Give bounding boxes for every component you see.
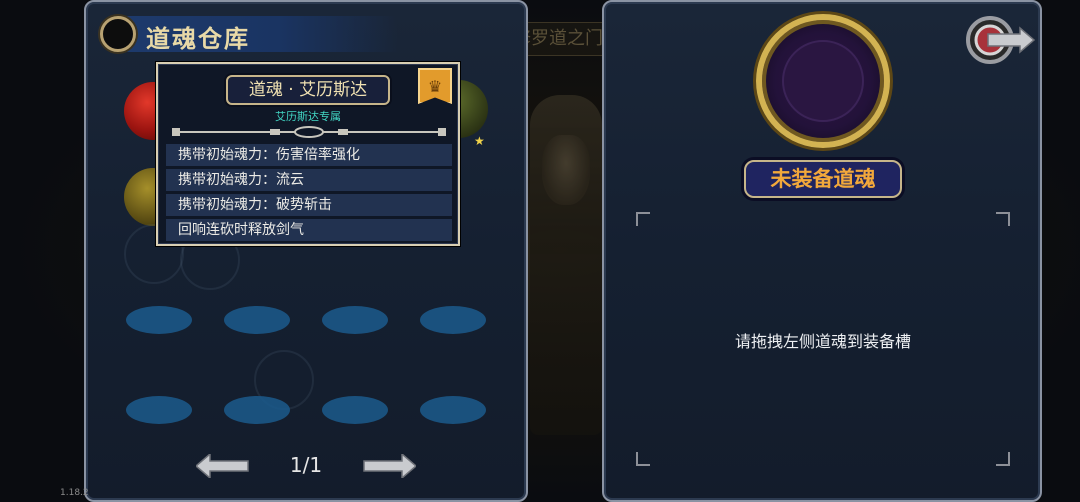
page-indicator: 1/1 xyxy=(289,453,323,477)
soul-effect-line: 携带初始魂力：流云 xyxy=(166,169,452,191)
star-icon: ★ xyxy=(474,134,485,148)
frame-corner xyxy=(636,212,650,226)
close-button[interactable] xyxy=(964,14,1036,66)
prev-page-button[interactable] xyxy=(196,454,250,478)
rank-badge-icon: ♛ xyxy=(418,68,452,104)
drop-hint-text: 请拖拽左侧道魂到装备槽 xyxy=(734,332,911,351)
equip-slot-inner xyxy=(782,40,864,122)
soul-slot[interactable] xyxy=(224,396,290,424)
soul-slot[interactable] xyxy=(420,396,486,424)
soul-slot[interactable] xyxy=(322,306,388,334)
ornament-divider xyxy=(172,126,446,138)
soul-effect-line: 携带初始魂力：伤害倍率强化 xyxy=(166,144,452,166)
panel-title: 道魂仓库 xyxy=(146,25,250,53)
soul-slot[interactable] xyxy=(126,306,192,334)
back-arrow-icon xyxy=(966,16,1036,64)
background-statue xyxy=(530,95,602,435)
arrow-left-icon xyxy=(196,454,249,478)
equip-status-label: 未装备道魂 xyxy=(744,160,902,198)
frame-corner xyxy=(996,212,1010,226)
pager: 1/1 xyxy=(196,450,416,480)
next-page-button[interactable] xyxy=(362,454,416,478)
soul-name: 道魂 · 艾历斯达 xyxy=(226,75,390,105)
equip-slot-ring[interactable] xyxy=(756,14,890,148)
soul-slot[interactable] xyxy=(420,306,486,334)
frame-corner xyxy=(996,452,1010,466)
ring-icon xyxy=(100,16,136,52)
soul-subtitle: 艾历斯达专属 xyxy=(275,110,341,123)
soul-slot[interactable] xyxy=(322,396,388,424)
soul-effect-line: 携带初始魂力：破势斩击 xyxy=(166,194,452,216)
soul-effect-line: 回响连砍时释放剑气 xyxy=(166,219,452,241)
version-label: 1.18.2 xyxy=(60,488,89,498)
arrow-right-icon xyxy=(363,454,416,478)
soul-slot[interactable] xyxy=(224,306,290,334)
drop-zone[interactable]: 请拖拽左侧道魂到装备槽 xyxy=(636,212,1010,466)
soul-tooltip: 道魂 · 艾历斯达 ♛ 艾历斯达专属 携带初始魂力：伤害倍率强化 携带初始魂力：… xyxy=(156,62,460,246)
statue-face xyxy=(542,135,590,205)
soul-slot[interactable] xyxy=(126,396,192,424)
frame-corner xyxy=(636,452,650,466)
